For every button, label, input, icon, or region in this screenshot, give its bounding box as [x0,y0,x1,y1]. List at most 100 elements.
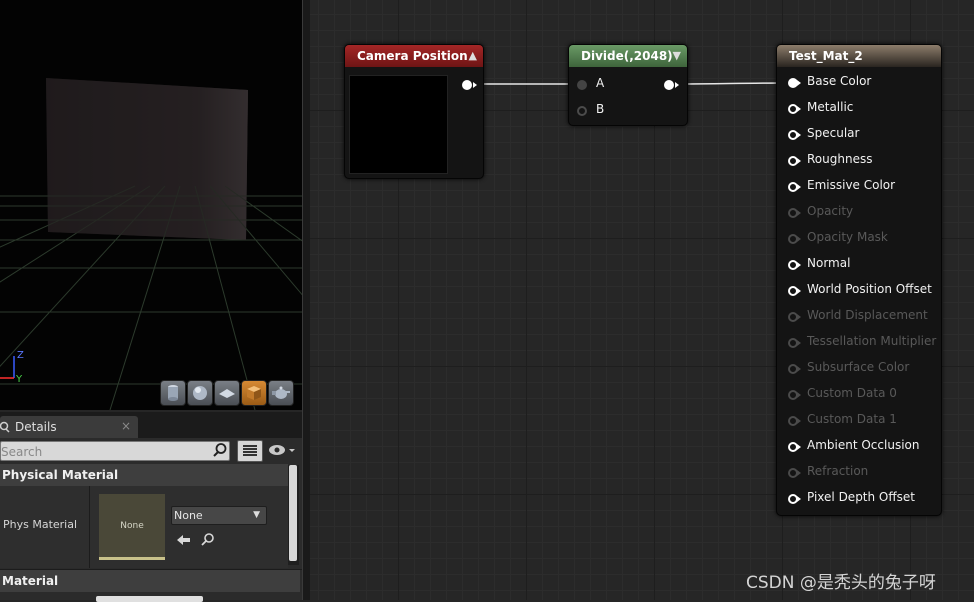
preview-scene [0,78,302,410]
input-pin-label: Specular [807,126,860,140]
input-pin-b[interactable] [577,106,587,116]
pin-label-b: B [596,102,605,116]
tab-details-label: Details [15,420,57,434]
pin-arrow-icon [675,82,679,88]
pin-arrow-icon [797,288,801,294]
input-pin-label: Metallic [807,100,854,114]
phys-material-combo[interactable]: None ▼ [171,506,267,525]
input-pin-label: Normal [807,256,851,270]
pin-arrow-icon [797,340,801,346]
row-divider[interactable] [89,486,90,568]
input-pin-label: Opacity [807,204,854,218]
wire-divide-to-base-color [675,82,787,85]
input-pin-label: Refraction [807,464,869,478]
node-divide-header[interactable]: Divide(,2048) ▼ [569,45,687,67]
pin-arrow-icon [473,82,477,88]
pin-arrow-icon [797,158,801,164]
input-pin-label: Pixel Depth Offset [807,490,915,504]
pin-arrow-icon [797,496,801,502]
arrow-left-icon [177,535,190,545]
asset-picker-buttons [177,531,215,550]
phys-material-value: None [174,509,203,522]
node-result-header[interactable]: Test_Mat_2 [777,45,941,67]
view-options-button[interactable] [268,443,298,462]
input-pin-label: Opacity Mask [807,230,888,244]
input-pin-label: Emissive Color [807,178,896,192]
input-pin-label: Subsurface Color [807,360,910,374]
property-matrix-button[interactable] [237,440,263,462]
pin-label-a: A [596,76,605,90]
svg-text:Z: Z [17,350,24,361]
pin-arrow-icon [797,262,801,268]
details-scrollbar[interactable] [288,465,299,565]
plane-preview-button[interactable] [214,380,240,406]
node-divide[interactable]: Divide(,2048) ▼ A B [568,44,688,126]
pin-arrow-icon [797,418,801,424]
search-icon [201,533,214,546]
details-tab-icon [0,421,10,433]
pin-arrow-icon [797,210,801,216]
search-icon[interactable] [212,442,228,462]
chevron-down-icon: ▼ [253,510,260,520]
material-field[interactable] [96,596,203,602]
node-title: Test_Mat_2 [789,49,863,63]
node-title: Divide(,2048) [581,49,673,63]
output-pin[interactable] [664,80,674,90]
phys-material-thumbnail[interactable]: None [99,494,165,560]
pin-arrow-icon [797,236,801,242]
section-physical-material[interactable]: Physical Material [0,464,288,486]
use-selected-button[interactable] [177,531,191,550]
close-icon[interactable]: × [121,419,131,433]
input-pin-label: Ambient Occlusion [807,438,920,452]
section-material[interactable]: Material [0,570,300,592]
cube-icon [247,386,261,400]
teapot-icon [272,386,290,399]
input-pin-a[interactable] [577,80,587,90]
tab-details[interactable]: Details × [0,416,138,438]
input-pin-label: Custom Data 0 [807,386,897,400]
eye-icon [269,445,295,455]
material-graph-canvas[interactable]: Camera Position ▲ Divide(,2048) ▼ A B Te… [310,0,974,600]
input-pin-label: World Position Offset [807,282,932,296]
cube-preview-button[interactable] [241,380,267,406]
plane-icon [219,389,235,398]
node-camera-position-header[interactable]: Camera Position ▲ [345,45,483,67]
pin-arrow-icon [797,106,801,112]
phys-material-row: Phys Material None None ▼ [0,486,288,568]
pin-arrow-icon [797,314,801,320]
input-pin-label: World Displacement [807,308,928,322]
pin-arrow-icon [797,80,801,86]
output-pin[interactable] [462,80,472,90]
details-search-row [0,440,302,462]
input-pin-label: Custom Data 1 [807,412,897,426]
sphere-icon [193,386,207,400]
browse-button[interactable] [201,531,215,550]
node-preview-swatch [349,75,448,174]
pin-arrow-icon [797,132,801,138]
cylinder-preview-button[interactable] [160,380,186,406]
axis-gizmo: Z Y [0,350,24,385]
collapse-arrow-icon[interactable]: ▲ [469,45,477,67]
svg-text:Y: Y [15,374,23,385]
watermark-text: CSDN @是秃头的兔子呀 [746,573,936,593]
cylinder-icon [168,385,178,401]
input-pin-label: Tessellation Multiplier [807,334,937,348]
input-pin-label: Roughness [807,152,873,166]
thumbnail-text: None [120,520,144,531]
collapse-arrow-icon[interactable]: ▼ [673,45,681,67]
pin-arrow-icon [797,444,801,450]
node-title: Camera Position [357,49,468,63]
details-search-input[interactable] [0,441,230,461]
node-camera-position[interactable]: Camera Position ▲ [344,44,484,179]
preview-mesh-toolbar [160,380,294,406]
input-pin-label: Base Color [807,74,872,88]
pin-arrow-icon [797,470,801,476]
preview-viewport[interactable]: Z Y [0,0,302,410]
sphere-preview-button[interactable] [187,380,213,406]
scrollbar-thumb[interactable] [289,465,297,561]
node-material-result[interactable]: Test_Mat_2 Base Color Metallic Specular Rou… [776,44,942,516]
teapot-preview-button[interactable] [268,380,294,406]
list-view-icon [243,445,257,456]
phys-material-label: Phys Material [3,518,78,531]
pin-arrow-icon [797,366,801,372]
